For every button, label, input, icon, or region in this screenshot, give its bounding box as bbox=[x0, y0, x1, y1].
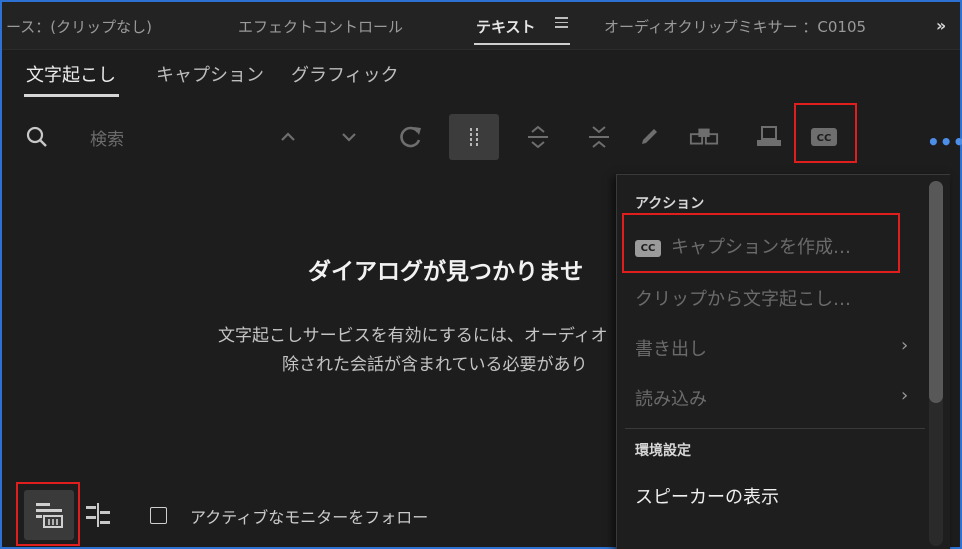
subtab-transcript[interactable]: 文字起こし bbox=[26, 61, 116, 87]
menu-section-preferences: 環境設定 bbox=[635, 443, 691, 459]
submenu-chevron-icon: › bbox=[901, 385, 909, 406]
text-panel: ース：(クリップなし) エフェクトコントロール テキスト オーディオクリップミキ… bbox=[0, 0, 962, 549]
tab-audio-clip-mixer[interactable]: オーディオクリップミキサー ：C0105 bbox=[604, 16, 866, 37]
search-input[interactable]: 検索 bbox=[90, 125, 124, 150]
menu-divider bbox=[625, 428, 925, 429]
pencil-icon[interactable] bbox=[634, 122, 664, 152]
subtab-bar: 文字起こし キャプション グラフィック bbox=[2, 50, 960, 100]
active-tab-underline bbox=[474, 43, 570, 45]
menu-item-export[interactable]: 書き出し bbox=[635, 335, 707, 361]
submenu-chevron-icon: › bbox=[901, 335, 909, 356]
follow-monitor-label: アクティブなモニターをフォロー bbox=[190, 508, 429, 527]
empty-state-line2: 除された会話が含まれている必要があり bbox=[282, 355, 588, 375]
follow-monitor-checkbox[interactable] bbox=[150, 507, 167, 524]
subtab-underline bbox=[24, 94, 119, 97]
collapse-icon[interactable] bbox=[584, 122, 614, 152]
refresh-icon[interactable] bbox=[396, 122, 426, 152]
panel-menu-icon[interactable] bbox=[555, 17, 568, 31]
tab-effect-controls[interactable]: エフェクトコントロール bbox=[238, 16, 403, 37]
merge-segments-icon[interactable] bbox=[689, 122, 719, 152]
split-segment-button[interactable] bbox=[449, 114, 499, 160]
menu-item-import[interactable]: 読み込み bbox=[635, 385, 707, 411]
menu-scrollbar[interactable] bbox=[929, 181, 943, 546]
menu-item-transcribe-clip[interactable]: クリップから文字起こし… bbox=[635, 285, 851, 311]
more-options-icon[interactable]: ••• bbox=[927, 130, 962, 154]
chevron-up-icon[interactable] bbox=[273, 122, 303, 152]
menu-item-show-speakers[interactable]: スピーカーの表示 bbox=[635, 483, 779, 509]
panel-tab-strip: ース：(クリップなし) エフェクトコントロール テキスト オーディオクリップミキ… bbox=[2, 2, 960, 50]
subtab-captions[interactable]: キャプション bbox=[156, 61, 264, 87]
more-tabs-icon[interactable]: ›› bbox=[936, 16, 946, 35]
subtab-graphics[interactable]: グラフィック bbox=[291, 61, 399, 87]
align-speakers-icon[interactable] bbox=[82, 500, 114, 530]
menu-section-actions: アクション bbox=[635, 196, 705, 212]
expand-icon[interactable] bbox=[523, 122, 553, 152]
tab-text[interactable]: テキスト bbox=[476, 16, 536, 37]
highlight-cc-button bbox=[794, 103, 857, 163]
empty-state-title: ダイアログが見つかりませ bbox=[308, 259, 584, 285]
search-icon[interactable] bbox=[22, 122, 52, 152]
empty-state-line1: 文字起こしサービスを有効にするには、オーディオ bbox=[218, 326, 608, 346]
highlight-transcript-button bbox=[16, 482, 80, 546]
tab-source[interactable]: ース：(クリップなし) bbox=[6, 16, 152, 37]
highlight-create-captions bbox=[622, 213, 900, 273]
export-icon[interactable] bbox=[754, 122, 784, 152]
chevron-down-icon[interactable] bbox=[334, 122, 364, 152]
menu-scroll-thumb[interactable] bbox=[929, 181, 943, 403]
